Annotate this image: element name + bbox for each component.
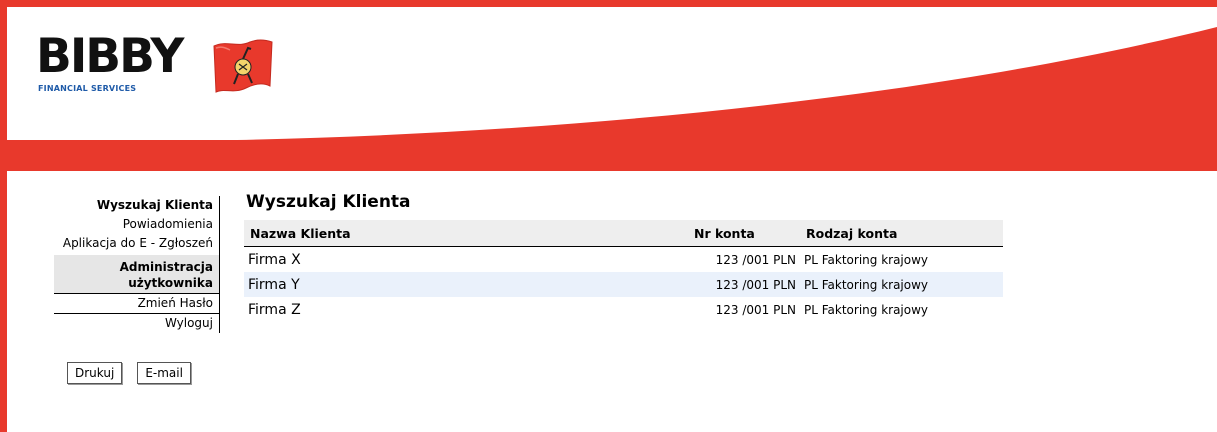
table-row[interactable]: Firma Z 123 /001 PLN PL Faktoring krajow… [244,297,1003,322]
sidebar-nav: Wyszukaj Klienta Powiadomienia Aplikacja… [54,196,220,333]
sidebar-item-notifications[interactable]: Powiadomienia [54,215,219,234]
client-name[interactable]: Firma Z [244,297,688,322]
account-type: PL Faktoring krajowy [804,302,929,317]
table-row[interactable]: Firma Y 123 /001 PLN PL Faktoring krajow… [244,272,1003,297]
clients-table: Nazwa Klienta Nr konta Rodzaj konta Firm… [244,220,1003,322]
account-type: PL Faktoring krajowy [800,272,1003,297]
email-button[interactable]: E-mail [137,362,191,384]
account-number: 123 /001 PLN [688,272,800,297]
table-header-row: Nazwa Klienta Nr konta Rodzaj konta [244,220,1003,247]
column-header-account-number[interactable]: Nr konta [688,220,800,247]
logo-wordmark: BIBBY [36,29,184,84]
account-number: 123 /001 PLN [715,252,796,267]
sidebar-item-e-application[interactable]: Aplikacja do E - Zgłoszeń [54,234,219,253]
sidebar-item-search-client[interactable]: Wyszukaj Klienta [54,196,219,215]
account-number: 123 /001 PLN [715,302,796,317]
client-name[interactable]: Firma X [244,247,688,273]
bibby-logo: BIBBY FINANCIAL SERVICES [36,29,276,114]
column-header-account-type[interactable]: Rodzaj konta [800,220,1003,247]
top-border [0,0,1217,7]
sidebar-section-user-admin[interactable]: Administracja użytkownika [54,255,219,294]
print-button[interactable]: Drukuj [67,362,123,384]
table-row[interactable]: Firma X 123 /001 PLN PL Faktoring krajow… [244,247,1003,273]
logo-subtitle: FINANCIAL SERVICES [38,84,137,93]
client-name[interactable]: Firma Y [244,272,688,297]
left-border [0,0,7,432]
header-banner: BIBBY FINANCIAL SERVICES [7,7,1217,171]
sidebar-item-logout[interactable]: Wyloguj [54,314,219,333]
main-content: Wyszukaj Klienta Nazwa Klienta Nr konta … [244,192,1003,322]
action-buttons: Drukuj E-mail [67,362,191,384]
flag-icon [213,39,273,93]
sidebar-item-change-password[interactable]: Zmień Hasło [54,294,219,314]
page-title: Wyszukaj Klienta [246,192,411,212]
account-type: PL Faktoring krajowy [804,252,929,267]
column-header-client-name[interactable]: Nazwa Klienta [244,220,688,247]
